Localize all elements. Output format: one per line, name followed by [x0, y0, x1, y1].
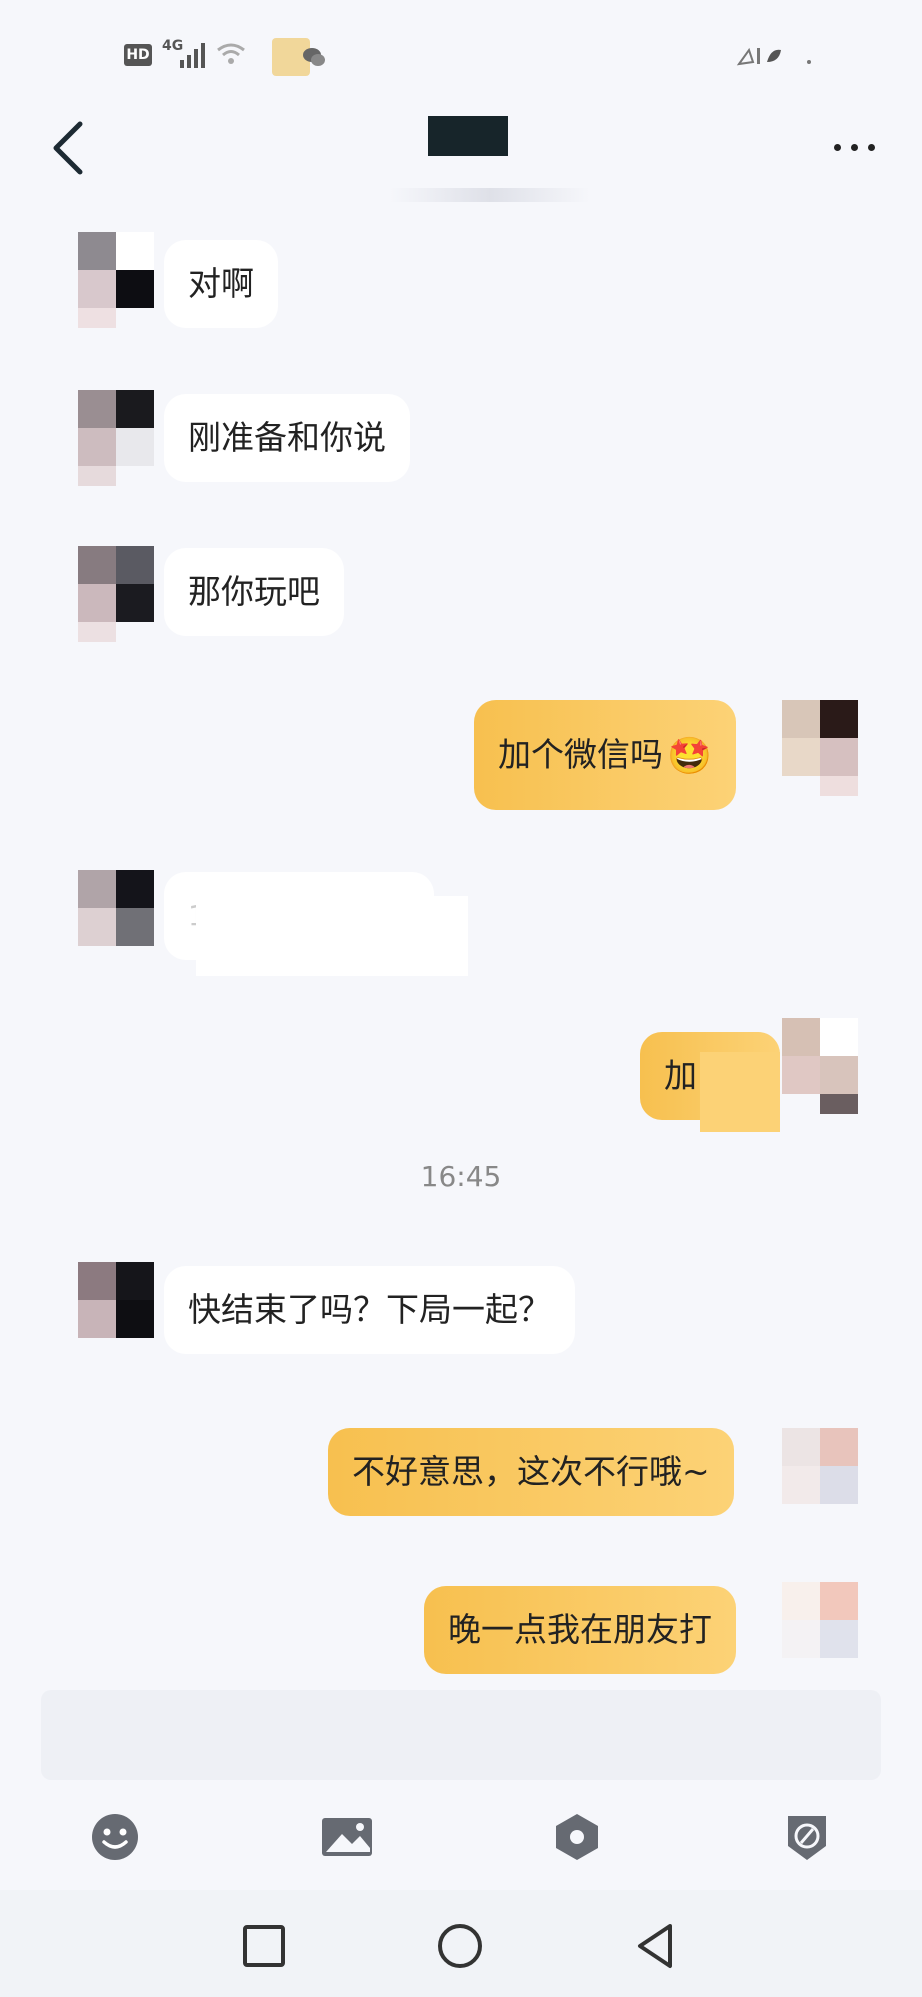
avatar-self[interactable]: [782, 1428, 862, 1524]
chat-title-redacted: [428, 116, 508, 156]
avatar-contact[interactable]: [76, 232, 156, 328]
compass-icon[interactable]: [782, 1812, 832, 1862]
avatar-self[interactable]: [782, 1582, 862, 1678]
hd-badge: HD: [124, 44, 152, 66]
avatar-contact[interactable]: [76, 546, 156, 642]
star-struck-emoji-icon: 🤩: [667, 735, 712, 777]
wifi-icon: [217, 43, 245, 64]
status-right-icons: [736, 47, 811, 66]
wechat-icon: [303, 48, 325, 66]
back-icon[interactable]: [632, 1922, 680, 1970]
message-bubble-incoming[interactable]: 快结束了吗？下局一起？: [164, 1266, 575, 1354]
message-bubble-incoming[interactable]: 对啊: [164, 240, 278, 328]
shield-icon[interactable]: [552, 1812, 602, 1862]
message-bubble-incoming[interactable]: 那你玩吧: [164, 548, 344, 636]
image-icon[interactable]: [320, 1812, 374, 1862]
more-horizontal-icon[interactable]: [830, 138, 880, 158]
emoji-icon[interactable]: [90, 1812, 140, 1862]
message-bubble-outgoing[interactable]: 不好意思，这次不行哦~: [328, 1428, 734, 1516]
avatar-self[interactable]: [782, 1018, 862, 1114]
recents-icon[interactable]: [240, 1922, 288, 1970]
timestamp-label: 16:45: [420, 1160, 502, 1193]
avatar-contact[interactable]: [44, 1262, 154, 1358]
message-bubble-incoming[interactable]: 刚准备和你说: [164, 394, 410, 482]
redaction-block: [196, 896, 468, 976]
redaction-block: [700, 1052, 780, 1132]
chevron-left-icon[interactable]: [48, 118, 92, 178]
message-bubble-outgoing[interactable]: 晚一点我在朋友打: [424, 1586, 736, 1674]
avatar-self[interactable]: [782, 700, 862, 796]
chat-subtitle-redacted: [390, 188, 590, 202]
signal-icon: [180, 43, 205, 68]
status-bar: HD 4G: [0, 0, 922, 110]
message-input[interactable]: [41, 1690, 881, 1780]
message-bubble-outgoing[interactable]: 加个微信吗 🤩: [474, 700, 736, 810]
home-icon[interactable]: [436, 1922, 484, 1970]
message-text: 加个微信吗: [498, 735, 663, 774]
avatar-contact[interactable]: [76, 870, 156, 966]
avatar-contact[interactable]: [76, 390, 156, 486]
